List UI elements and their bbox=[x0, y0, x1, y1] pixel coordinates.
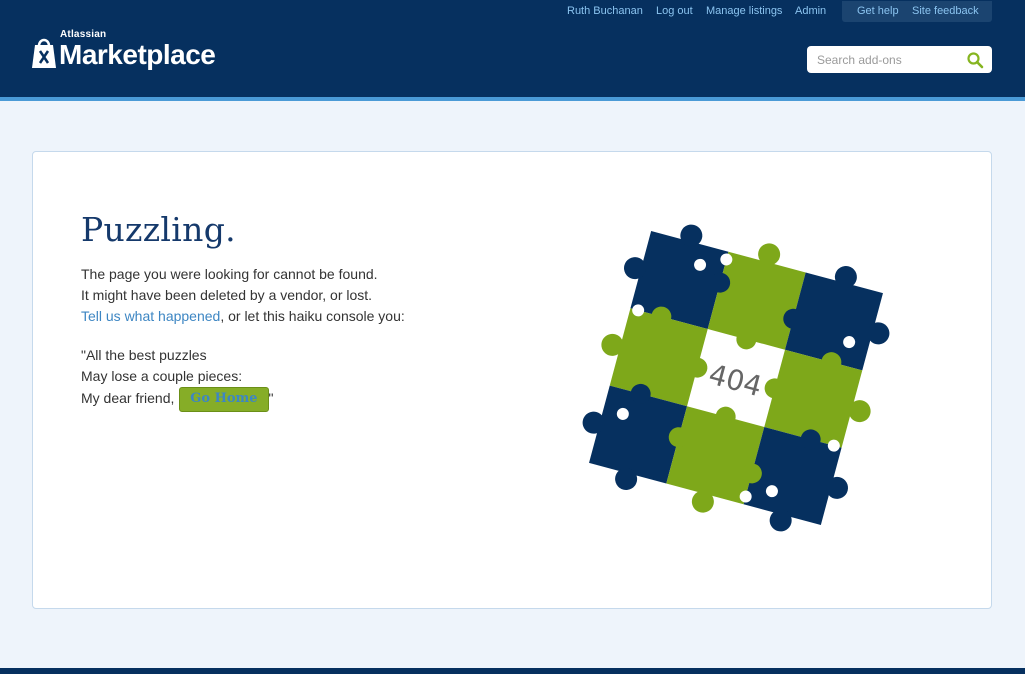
user-name-link[interactable]: Ruth Buchanan bbox=[567, 5, 643, 17]
puzzle-404-label: 404 bbox=[705, 358, 765, 404]
manage-listings-link[interactable]: Manage listings bbox=[706, 5, 782, 17]
site-header: Atlassian Marketplace Ruth Buchanan Log … bbox=[0, 0, 1025, 101]
search-box bbox=[807, 46, 992, 73]
get-help-link[interactable]: Get help bbox=[857, 5, 899, 17]
help-links-box: Get help Site feedback bbox=[842, 1, 992, 22]
shopping-bag-icon bbox=[32, 38, 56, 68]
logout-link[interactable]: Log out bbox=[656, 5, 693, 17]
search-input[interactable] bbox=[807, 46, 967, 73]
message-line-2: It might have been deleted by a vendor, … bbox=[81, 287, 373, 303]
marketplace-logo[interactable]: Atlassian Marketplace bbox=[31, 29, 231, 75]
error-message: The page you were looking for cannot be … bbox=[81, 264, 501, 412]
closing-quote: " bbox=[268, 390, 274, 407]
error-card: Puzzling. The page you were looking for … bbox=[32, 151, 992, 609]
page-title: Puzzling. bbox=[81, 210, 236, 249]
haiku-line-3: My dear friend, Go Home " bbox=[81, 387, 501, 412]
tell-us-link[interactable]: Tell us what happened bbox=[81, 308, 220, 324]
footer-bar bbox=[0, 668, 1025, 674]
brand-title: Marketplace bbox=[59, 39, 216, 70]
message-line-3-rest: , or let this haiku console you: bbox=[220, 308, 405, 324]
haiku-line-2: May lose a couple pieces: bbox=[81, 368, 243, 384]
haiku-line-3-text: My dear friend, bbox=[81, 390, 179, 407]
haiku-line-1: "All the best puzzles bbox=[81, 347, 207, 363]
puzzle-404-illustration: 404 bbox=[582, 224, 890, 532]
go-home-button[interactable]: Go Home bbox=[179, 387, 269, 412]
admin-link[interactable]: Admin bbox=[795, 5, 826, 17]
message-line-3: Tell us what happened, or let this haiku… bbox=[81, 306, 501, 327]
search-icon[interactable] bbox=[966, 51, 984, 69]
site-feedback-link[interactable]: Site feedback bbox=[912, 5, 979, 17]
message-line-1: The page you were looking for cannot be … bbox=[81, 266, 378, 282]
